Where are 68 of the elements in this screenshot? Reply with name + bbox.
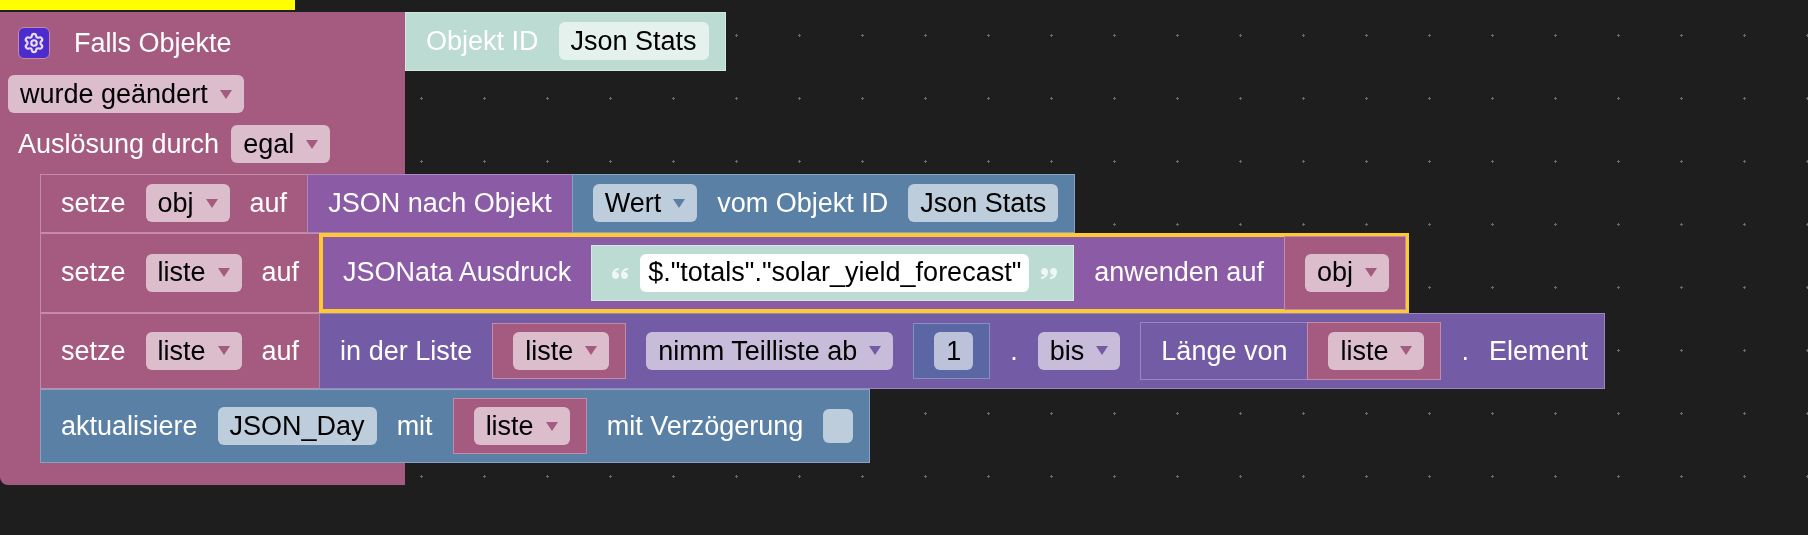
variable-block[interactable]: liste [452,398,587,454]
block-label: anwenden auf [1094,256,1264,290]
object-id-block[interactable]: Objekt ID Json Stats [405,12,726,71]
block-label: setze [61,187,126,220]
dropdown-arrow-icon [306,139,319,149]
number-block[interactable]: 1 [913,322,991,379]
dropdown-arrow-icon [1400,346,1413,356]
checkbox[interactable] [823,409,854,443]
text-field[interactable]: Json Stats [558,22,709,61]
dropdown-arrow-icon [673,198,686,208]
block-label: setze [61,256,126,290]
object-block[interactable]: Wert vom Objekt ID Json Stats [571,174,1076,233]
block-label: auf [249,187,288,220]
text-field[interactable]: $."totals"."solar_yield_forecast" [640,253,1030,292]
block-label: mit [396,409,433,443]
block-title: Falls Objekte [74,26,232,60]
dropdown[interactable]: obj [1304,253,1389,292]
block-label: setze [61,334,126,368]
dropdown-arrow-icon [219,89,232,99]
dropdown[interactable]: nimm Teilliste ab [646,331,894,370]
block-label: in der Liste [340,334,473,368]
block-label: auf [261,334,300,368]
block-label: . [1010,334,1018,368]
dropdown-arrow-icon [205,198,218,208]
text-field[interactable]: JSON_Day [217,407,377,445]
list-block[interactable]: in der Liste liste nimm Teilliste ab 1 . bis Länge von liste . Element [319,312,1606,389]
block-label: mit Verzögerung [606,409,804,443]
settings-icon[interactable] [18,27,50,59]
dropdown[interactable]: liste [145,253,242,292]
dropdown-arrow-icon [1364,268,1377,277]
variable-block[interactable]: setze obj auf JSON nach Objekt Wert vom Objekt ID Json Stats [40,174,1076,233]
block-label: JSONata Ausdruck [343,256,572,290]
block-label: JSON nach Objekt [328,187,552,220]
json-block[interactable]: JSONata Ausdruck $."totals"."solar_yield_forecast" anwenden auf obj [319,232,1409,313]
dropdown-arrow-icon [545,421,558,431]
variable-block[interactable]: liste [1307,321,1442,380]
dropdown-arrow-icon [585,346,598,356]
text-field[interactable]: 1 [934,331,974,370]
dropdown-arrow-icon [217,346,230,356]
text-field[interactable]: Json Stats [908,184,1059,223]
dropdown-arrow-icon [1096,346,1109,356]
dropdown[interactable]: bis [1037,331,1121,370]
variable-block[interactable]: setze liste auf in der Liste liste nimm Teilliste ab 1 . bis Länge von liste . Element [40,312,1606,389]
block-label: vom Objekt ID [717,187,889,220]
dropdown[interactable]: liste [1328,331,1425,370]
block-label: auf [261,256,300,290]
list-block[interactable]: Länge von liste [1140,321,1442,380]
variable-block[interactable]: liste [492,322,627,379]
dropdown-arrow-icon [869,346,882,356]
dropdown[interactable]: wurde geändert [8,75,244,113]
dropdown[interactable]: liste [473,407,570,445]
dropdown[interactable]: egal [231,125,331,163]
block-label: Objekt ID [426,25,539,58]
block-label: aktualisiere [61,409,198,443]
dropdown[interactable]: Wert [592,184,698,223]
block-label: Länge von [1161,334,1288,368]
dropdown[interactable]: liste [145,331,242,370]
block-label: Auslösung durch [18,127,220,161]
dropdown[interactable]: obj [145,184,230,223]
dropdown[interactable]: liste [513,331,610,370]
variable-block[interactable]: obj [1283,235,1406,310]
text-block[interactable]: $."totals"."solar_yield_forecast" [591,244,1075,301]
json-block[interactable]: JSON nach Objekt Wert vom Objekt ID Json Stats [307,174,1076,233]
block-label: Element [1489,334,1589,368]
variable-block[interactable]: setze liste auf JSONata Ausdruck $."totals"."solar_yield_forecast" anwenden auf obj [40,232,1409,313]
block-label: . [1461,334,1469,368]
object-block[interactable]: aktualisiere JSON_Day mit liste mit Verzögerung [40,389,871,463]
dropdown-arrow-icon [217,268,230,277]
